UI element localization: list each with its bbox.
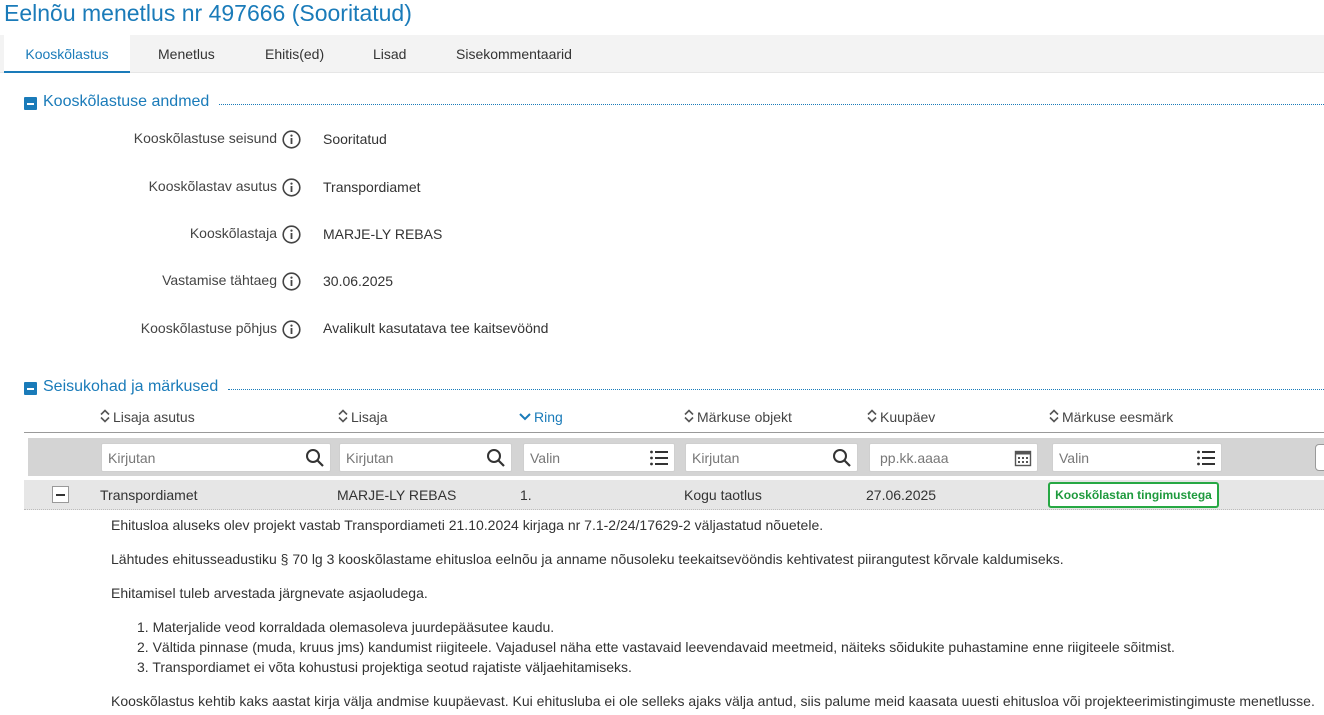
section-title: Kooskõlastuse andmed: [43, 93, 210, 110]
filter-ring[interactable]: [523, 443, 675, 472]
info-icon[interactable]: [282, 272, 301, 291]
column-header-label: Kuupäev: [880, 409, 936, 425]
sort-icon: [867, 409, 877, 423]
filter-lisaja-asutus-input[interactable]: [102, 444, 300, 471]
section-title: Seisukohad ja märkused: [43, 378, 219, 395]
field-value-pohjus: Avalikult kasutatava tee kaitsevöönd: [323, 320, 549, 336]
filter-markuse-eesmark-select[interactable]: [1053, 444, 1191, 471]
sort-icon: [1049, 409, 1059, 423]
cell-ring: 1.: [520, 487, 532, 503]
detail-list-item: 1. Materjalide veod korraldada olemasole…: [137, 619, 555, 635]
field-label-kooskolastaja: Kooskõlastaja: [189, 225, 277, 241]
sort-icon: [338, 409, 348, 423]
cell-lisaja: MARJE-LY REBAS: [337, 487, 457, 503]
field-value-seisund: Sooritatud: [323, 131, 387, 147]
column-header-label: Märkuse objekt: [697, 409, 792, 425]
cell-lisaja-asutus: Transpordiamet: [100, 487, 198, 503]
filter-kuupaev-input[interactable]: [870, 444, 1007, 471]
filter-lisaja-input[interactable]: [340, 444, 481, 471]
filter-lisaja: [339, 443, 512, 472]
list-icon[interactable]: [1196, 448, 1216, 468]
section-kooskolastuse-andmed-header: Kooskõlastuse andmed: [24, 93, 1324, 113]
tab-kooskolastus[interactable]: Kooskõlastus: [4, 35, 130, 73]
sort-descending-icon: [519, 413, 531, 421]
column-header-markuse-objekt[interactable]: Märkuse objekt: [684, 409, 792, 425]
detail-paragraph: Kooskõlastus kehtib kaks aastat kirja vä…: [111, 693, 1315, 709]
collapse-section-button[interactable]: [24, 382, 37, 395]
field-label-asutus: Kooskõlastav asutus: [148, 178, 277, 194]
field-label-seisund: Kooskõlastuse seisund: [133, 130, 277, 146]
column-header-label: Ring: [534, 409, 563, 425]
cell-markuse-objekt: Kogu taotlus: [684, 487, 762, 503]
search-icon[interactable]: [832, 448, 852, 468]
tab-sisekommentaarid[interactable]: Sisekommentaarid: [456, 35, 572, 73]
search-icon[interactable]: [305, 448, 325, 468]
detail-list-item: 2. Vältida pinnase (muda, kruus jms) kan…: [137, 639, 1175, 655]
info-icon[interactable]: [282, 130, 301, 149]
field-label-tahtaeg: Vastamise tähtaeg: [162, 272, 277, 288]
detail-list-item: 3. Transpordiamet ei võta kohustusi proj…: [137, 659, 632, 675]
filter-lisaja-asutus: [101, 443, 331, 472]
column-header-label: Märkuse eesmärk: [1062, 409, 1174, 425]
filter-ring-select[interactable]: [524, 444, 644, 471]
detail-paragraph: Ehitamisel tuleb arvestada järgnevate as…: [111, 585, 428, 601]
section-divider: [228, 389, 1324, 390]
column-header-lisaja[interactable]: Lisaja: [338, 409, 388, 425]
search-icon[interactable]: [486, 448, 506, 468]
collapse-section-button[interactable]: [24, 97, 37, 110]
detail-paragraph: Ehitusloa aluseks olev projekt vastab Tr…: [111, 517, 824, 533]
column-header-ring[interactable]: Ring: [519, 409, 563, 425]
info-icon[interactable]: [282, 225, 301, 244]
tab-menetlus[interactable]: Menetlus: [158, 35, 215, 73]
detail-paragraph: Lähtudes ehitusseadustiku § 70 lg 3 koos…: [111, 551, 1064, 567]
cell-kuupaev: 27.06.2025: [866, 487, 937, 503]
filter-markuse-objekt-input[interactable]: [686, 444, 827, 471]
table-header-divider: [24, 432, 1324, 433]
page-title: Eelnõu menetlus nr 497666 (Sooritatud): [4, 0, 412, 26]
tab-bar: Kooskõlastus Menetlus Ehitis(ed) Lisad S…: [0, 35, 1324, 73]
filter-markuse-objekt: [685, 443, 858, 472]
field-value-kooskolastaja: MARJE-LY REBAS: [323, 226, 443, 242]
section-seisukohad-header: Seisukohad ja märkused: [24, 378, 1324, 398]
field-value-asutus: Transpordiamet: [323, 179, 421, 195]
column-header-markuse-eesmark[interactable]: Märkuse eesmärk: [1049, 409, 1173, 425]
filter-kuupaev: [869, 443, 1038, 472]
calendar-icon[interactable]: [1014, 449, 1032, 467]
filter-extra-control[interactable]: [1315, 444, 1324, 471]
tab-lisad[interactable]: Lisad: [373, 35, 406, 73]
list-icon[interactable]: [649, 448, 669, 468]
tab-ehitised[interactable]: Ehitis(ed): [265, 35, 324, 73]
field-value-tahtaeg: 30.06.2025: [323, 273, 394, 289]
column-header-label: Lisaja: [351, 409, 388, 425]
row-collapse-button[interactable]: [52, 486, 69, 503]
column-header-lisaja-asutus[interactable]: Lisaja asutus: [100, 409, 195, 425]
status-badge: Kooskõlastan tingimustega: [1048, 482, 1219, 508]
info-icon[interactable]: [282, 320, 301, 339]
filter-markuse-eesmark[interactable]: [1052, 443, 1222, 472]
info-icon[interactable]: [282, 178, 301, 197]
sort-icon: [100, 409, 110, 423]
field-label-pohjus: Kooskõlastuse põhjus: [140, 320, 277, 336]
sort-icon: [684, 409, 694, 423]
column-header-kuupaev[interactable]: Kuupäev: [867, 409, 935, 425]
column-header-label: Lisaja asutus: [113, 409, 195, 425]
section-divider: [219, 104, 1324, 105]
